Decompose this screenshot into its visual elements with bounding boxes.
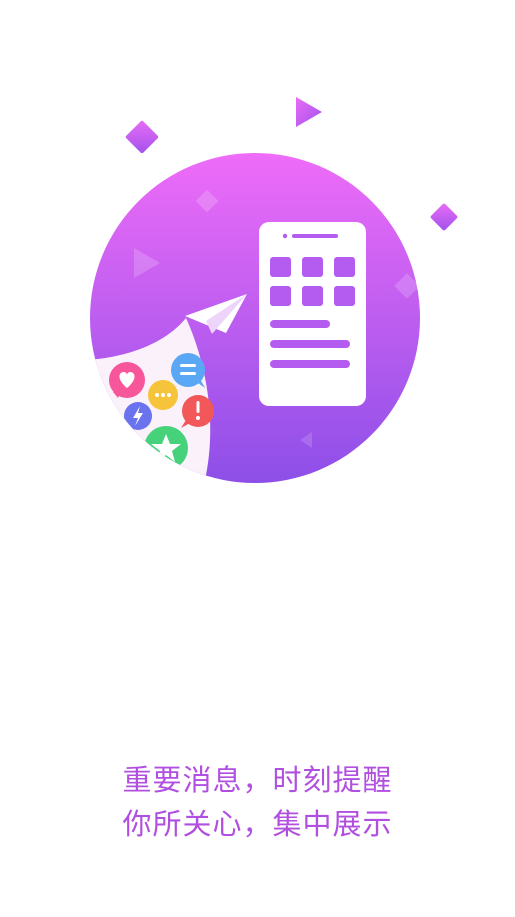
dots-bubble-icon [148,380,178,410]
heart-bubble-icon [109,362,145,398]
star-bubble-icon [144,426,188,470]
caption-line-2: 你所关心，集中展示 [122,807,393,841]
floating-triangle-top [296,97,322,127]
onboarding-illustration [0,0,515,520]
phone-app-icon [259,222,366,406]
lightning-bubble-icon [124,402,152,430]
caption-line-1: 重要消息，时刻提醒 [122,763,393,797]
floating-diamond-left [125,120,159,154]
floating-diamond-right [430,203,458,231]
